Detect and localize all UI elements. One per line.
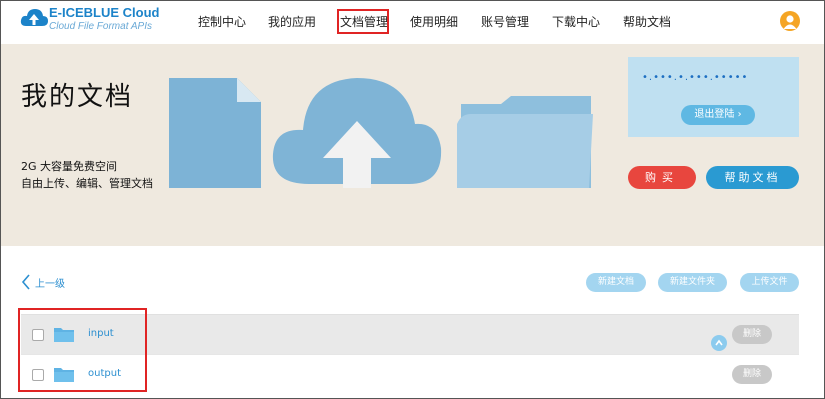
user-avatar[interactable]: [780, 11, 800, 31]
help-docs-button[interactable]: 帮助文档: [706, 166, 799, 189]
nav-control-center[interactable]: 控制中心: [198, 13, 246, 30]
scroll-top-button[interactable]: [711, 335, 727, 351]
delete-button[interactable]: 删除: [732, 325, 772, 344]
nav-account-management[interactable]: 账号管理: [481, 13, 529, 30]
chevron-up-icon: [715, 339, 723, 346]
nav-active-highlight: [337, 9, 389, 34]
new-folder-button[interactable]: 新建文件夹: [658, 273, 727, 292]
banner-feature-manage: 自由上传、编辑、管理文档: [21, 177, 153, 190]
buy-button[interactable]: 购买: [628, 166, 696, 189]
upload-file-button[interactable]: 上传文件: [740, 273, 799, 292]
chevron-left-icon: [21, 274, 30, 290]
brand-tagline: Cloud File Format APIs: [49, 21, 152, 32]
nav-usage-details[interactable]: 使用明细: [410, 13, 458, 30]
masked-account-name: •.•••.•.•••.•••••: [642, 72, 749, 83]
nav-download-center[interactable]: 下载中心: [552, 13, 600, 30]
document-illustration-icon: [169, 78, 261, 188]
page: E-ICEBLUE Cloud Cloud File Format APIs 控…: [0, 0, 825, 399]
brand-name: E-ICEBLUE Cloud: [49, 5, 160, 20]
folder-selection-highlight: [18, 308, 147, 392]
hero-banner: 我的文档 2G 大容量免费空间 自由上传、编辑、管理文档 •.•••.•.•••…: [1, 44, 824, 246]
nav-help-docs[interactable]: 帮助文档: [623, 13, 671, 30]
top-header: E-ICEBLUE Cloud Cloud File Format APIs 控…: [1, 1, 824, 44]
brand-logo[interactable]: [19, 6, 49, 36]
logout-button[interactable]: 退出登陆 ›: [681, 105, 755, 125]
back-label: 上一级: [35, 279, 65, 290]
page-title: 我的文档: [21, 82, 134, 112]
cloud-upload-illustration-icon: [272, 78, 442, 188]
user-icon: [783, 15, 797, 29]
banner-feature-storage: 2G 大容量免费空间: [21, 160, 118, 173]
nav-my-apps[interactable]: 我的应用: [268, 13, 316, 30]
user-account-panel: •.•••.•.•••.••••• 退出登陆 ›: [628, 57, 799, 137]
banner-illustration: [161, 66, 601, 240]
new-document-button[interactable]: 新建文档: [586, 273, 646, 292]
cloud-logo-icon: [20, 9, 48, 26]
delete-button[interactable]: 删除: [732, 365, 772, 384]
folder-illustration-icon: [457, 96, 593, 188]
